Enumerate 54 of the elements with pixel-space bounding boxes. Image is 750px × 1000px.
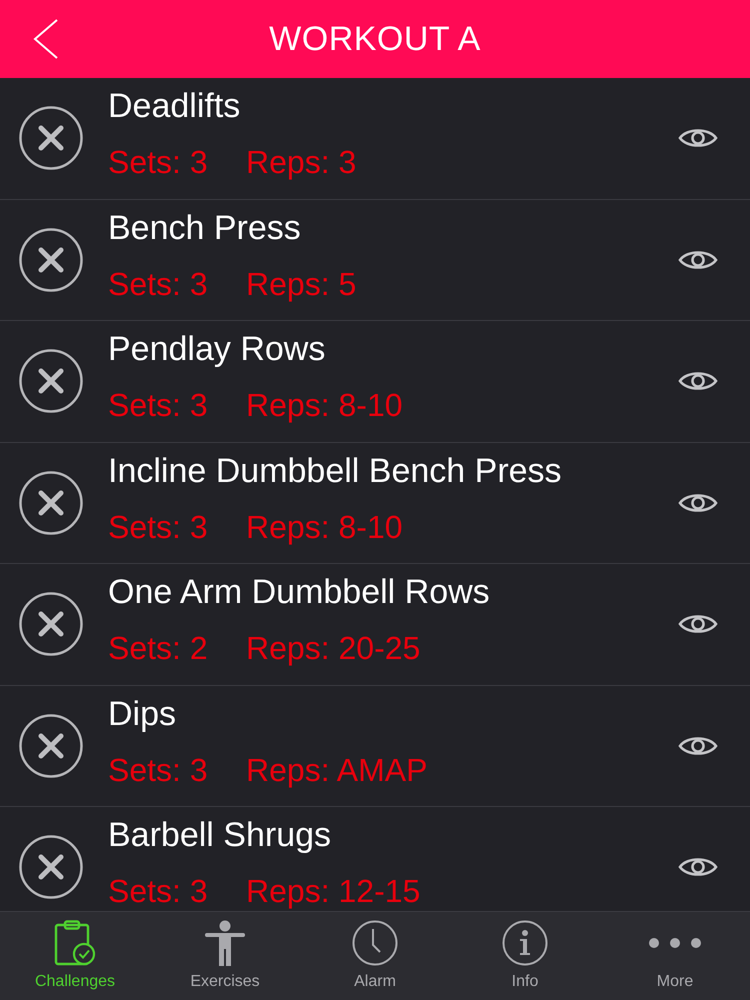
exercise-row[interactable]: Dips Sets: 3 Reps: AMAP	[0, 686, 750, 807]
remove-button[interactable]	[19, 470, 83, 535]
close-icon	[19, 592, 83, 656]
remove-button[interactable]	[19, 714, 83, 778]
close-icon	[19, 106, 83, 170]
remove-button[interactable]	[19, 106, 83, 170]
reps-count: Reps: 3	[246, 144, 356, 180]
exercise-name: Deadlifts	[108, 88, 240, 124]
sets-count: Sets: 3	[108, 508, 209, 544]
sets-count: Sets: 3	[108, 144, 209, 180]
sets-count: Sets: 2	[108, 630, 209, 666]
more-icon	[648, 937, 702, 949]
exercise-row[interactable]: Pendlay Rows Sets: 3 Reps: 8-10	[0, 321, 750, 442]
exercise-name: One Arm Dumbbell Rows	[108, 574, 490, 610]
reps-count: Reps: 5	[246, 266, 356, 302]
back-button[interactable]	[32, 18, 60, 60]
reps-count: Reps: AMAP	[246, 752, 428, 788]
exercise-name: Bench Press	[108, 210, 301, 246]
reps-count: Reps: 8-10	[246, 387, 403, 423]
remove-button[interactable]	[19, 228, 83, 292]
reps-count: Reps: 20-25	[246, 630, 420, 666]
close-icon	[19, 228, 83, 292]
close-icon	[19, 714, 83, 778]
screen-title: WORKOUT A	[268, 20, 482, 58]
remove-button[interactable]	[19, 835, 83, 900]
reps-count: Reps: 12-15	[246, 873, 420, 909]
tab-item[interactable]: Challenges	[0, 912, 150, 1000]
exercise-name: Incline Dumbbell Bench Press	[108, 452, 562, 488]
reps-count: Reps: 8-10	[246, 508, 403, 544]
exercise-name: Barbell Shrugs	[108, 817, 332, 853]
exercise-row[interactable]: Incline Dumbbell Bench Press Sets: 3 Reps: 8-10	[0, 442, 750, 564]
remove-button[interactable]	[19, 592, 83, 656]
tab-item[interactable]: Info	[450, 912, 600, 1000]
clock-icon	[352, 920, 398, 966]
sets-count: Sets: 3	[108, 752, 209, 788]
sets-count: Sets: 3	[108, 387, 209, 423]
tab-item[interactable]: More	[600, 912, 750, 1000]
exercise-row[interactable]: Bench Press Sets: 3 Reps: 5	[0, 200, 750, 321]
tab-item[interactable]: Alarm	[300, 912, 450, 1000]
sets-count: Sets: 3	[108, 266, 209, 302]
sets-count: Sets: 3	[108, 873, 209, 909]
close-icon	[19, 349, 83, 414]
person-icon	[205, 920, 245, 966]
close-icon	[19, 470, 83, 535]
clipboard-check-icon	[54, 920, 96, 966]
exercise-row[interactable]: Deadlifts Sets: 3 Reps: 3	[0, 78, 750, 200]
tab-item[interactable]: Exercises	[150, 912, 300, 1000]
remove-button[interactable]	[19, 349, 83, 414]
info-icon	[502, 920, 548, 966]
exercise-name: Pendlay Rows	[108, 331, 326, 367]
close-icon	[19, 835, 83, 900]
exercise-row[interactable]: One Arm Dumbbell Rows Sets: 2 Reps: 20-25	[0, 564, 750, 686]
back-icon	[32, 18, 60, 60]
exercise-name: Dips	[108, 696, 176, 732]
